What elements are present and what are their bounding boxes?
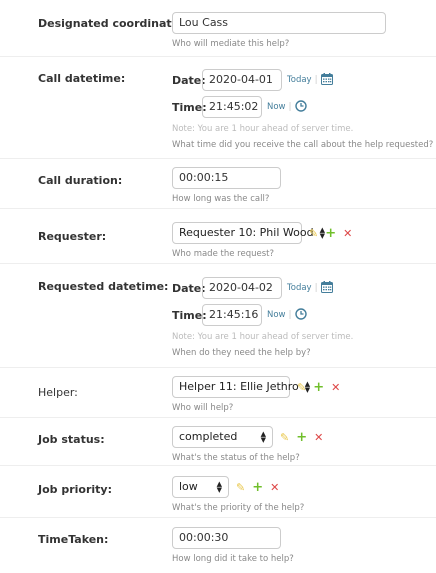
plus-icon[interactable]: + [296, 431, 307, 444]
time-taken-help: How long did it take to help? [172, 554, 294, 564]
requested-date-input[interactable]: 2020-04-02 [202, 277, 282, 299]
requester-selected-value: Requester 10: Phil Wood [179, 226, 314, 239]
requester-row: Requester: Requester 10: Phil Wood ▲ ▼ ✎ … [0, 209, 436, 264]
divider: | [314, 75, 318, 85]
calendar-icon[interactable] [320, 72, 333, 88]
helper-select[interactable]: Helper 11: Ellie Jethro ▲ ▼ [172, 376, 310, 398]
helper-label: Helper: [38, 386, 78, 399]
requester-label: Requester: [38, 230, 107, 243]
x-icon[interactable]: ✕ [331, 382, 340, 393]
job-status-row: Job status: completed ▲ ▼ ✎ + ✕ What's th… [0, 418, 436, 466]
requested-datetime-label: Requested datetime: [38, 280, 169, 293]
pencil-icon[interactable]: ✎ [236, 482, 245, 493]
call-time-now-link[interactable]: Now [267, 102, 286, 112]
time-taken-row: TimeTaken: 00:00:30 How long did it take… [0, 518, 436, 573]
job-status-selected-value: completed [179, 430, 238, 443]
pencil-icon[interactable]: ✎ [297, 382, 306, 393]
clock-icon[interactable] [294, 99, 307, 115]
job-priority-label: Job priority: [38, 483, 113, 496]
x-icon[interactable]: ✕ [343, 228, 352, 239]
call-duration-help: How long was the call? [172, 194, 270, 204]
select-arrows-icon: ▲ ▼ [216, 480, 222, 494]
job-priority-row: Job priority: low ▲ ▼ ✎ + ✕ What's the pr… [0, 466, 436, 518]
call-time-input[interactable]: 21:45:02 [202, 96, 262, 118]
job-priority-select[interactable]: low ▲ ▼ [172, 476, 229, 498]
coordinator-input[interactable]: Lou Cass [172, 12, 386, 34]
requested-time-input[interactable]: 21:45:16 [202, 304, 262, 326]
requested-date-label: Date: [172, 281, 206, 295]
requested-datetime-timezone-note: Note: You are 1 hour ahead of server tim… [172, 332, 354, 342]
requester-select[interactable]: Requester 10: Phil Wood ▲ ▼ [172, 222, 325, 244]
divider: | [314, 283, 318, 293]
job-status-select[interactable]: completed ▲ ▼ [172, 426, 273, 448]
coordinator-row: Designated coordinator: Lou Cass Who wil… [0, 0, 436, 57]
call-time-label: Time: [172, 100, 207, 114]
x-icon[interactable]: ✕ [270, 482, 279, 493]
calendar-icon[interactable] [320, 280, 333, 296]
requested-date-today-link[interactable]: Today [287, 283, 312, 293]
call-date-label: Date: [172, 73, 206, 87]
requested-datetime-row: Requested datetime: Date: 2020-04-02 Tod… [0, 264, 436, 368]
job-priority-help: What's the priority of the help? [172, 503, 305, 513]
coordinator-help: Who will mediate this help? [172, 39, 290, 49]
call-duration-label: Call duration: [38, 174, 123, 187]
help-request-form: Designated coordinator: Lou Cass Who wil… [0, 0, 436, 573]
call-duration-input[interactable]: 00:00:15 [172, 167, 281, 189]
helper-selected-value: Helper 11: Ellie Jethro [179, 380, 299, 393]
pencil-icon[interactable]: ✎ [309, 228, 318, 239]
helper-row: Helper: Helper 11: Ellie Jethro ▲ ▼ ✎ + ✕… [0, 368, 436, 418]
time-taken-label: TimeTaken: [38, 533, 109, 546]
call-date-today-link[interactable]: Today [287, 75, 312, 85]
job-status-label: Job status: [38, 433, 105, 446]
time-taken-input[interactable]: 00:00:30 [172, 527, 281, 549]
select-arrows-icon: ▲ ▼ [260, 430, 266, 444]
divider: | [288, 310, 292, 320]
call-date-input[interactable]: 2020-04-01 [202, 69, 282, 91]
requester-help: Who made the request? [172, 249, 274, 259]
plus-icon[interactable]: + [325, 227, 336, 240]
x-icon[interactable]: ✕ [314, 432, 323, 443]
plus-icon[interactable]: + [313, 381, 324, 394]
call-duration-row: Call duration: 00:00:15 How long was the… [0, 159, 436, 209]
call-datetime-label: Call datetime: [38, 72, 126, 85]
pencil-icon[interactable]: ✎ [280, 432, 289, 443]
clock-icon[interactable] [294, 307, 307, 323]
requested-time-now-link[interactable]: Now [267, 310, 286, 320]
job-priority-selected-value: low [179, 480, 198, 493]
divider: | [288, 102, 292, 112]
call-datetime-help: What time did you receive the call about… [172, 140, 434, 150]
coordinator-label: Designated coordinator: [38, 17, 190, 30]
job-status-help: What's the status of the help? [172, 453, 300, 463]
helper-help: Who will help? [172, 403, 234, 413]
requested-time-label: Time: [172, 308, 207, 322]
call-datetime-timezone-note: Note: You are 1 hour ahead of server tim… [172, 124, 354, 134]
requested-datetime-help: When do they need the help by? [172, 348, 311, 358]
call-datetime-row: Call datetime: Date: 2020-04-01 Today | … [0, 57, 436, 159]
plus-icon[interactable]: + [252, 481, 263, 494]
